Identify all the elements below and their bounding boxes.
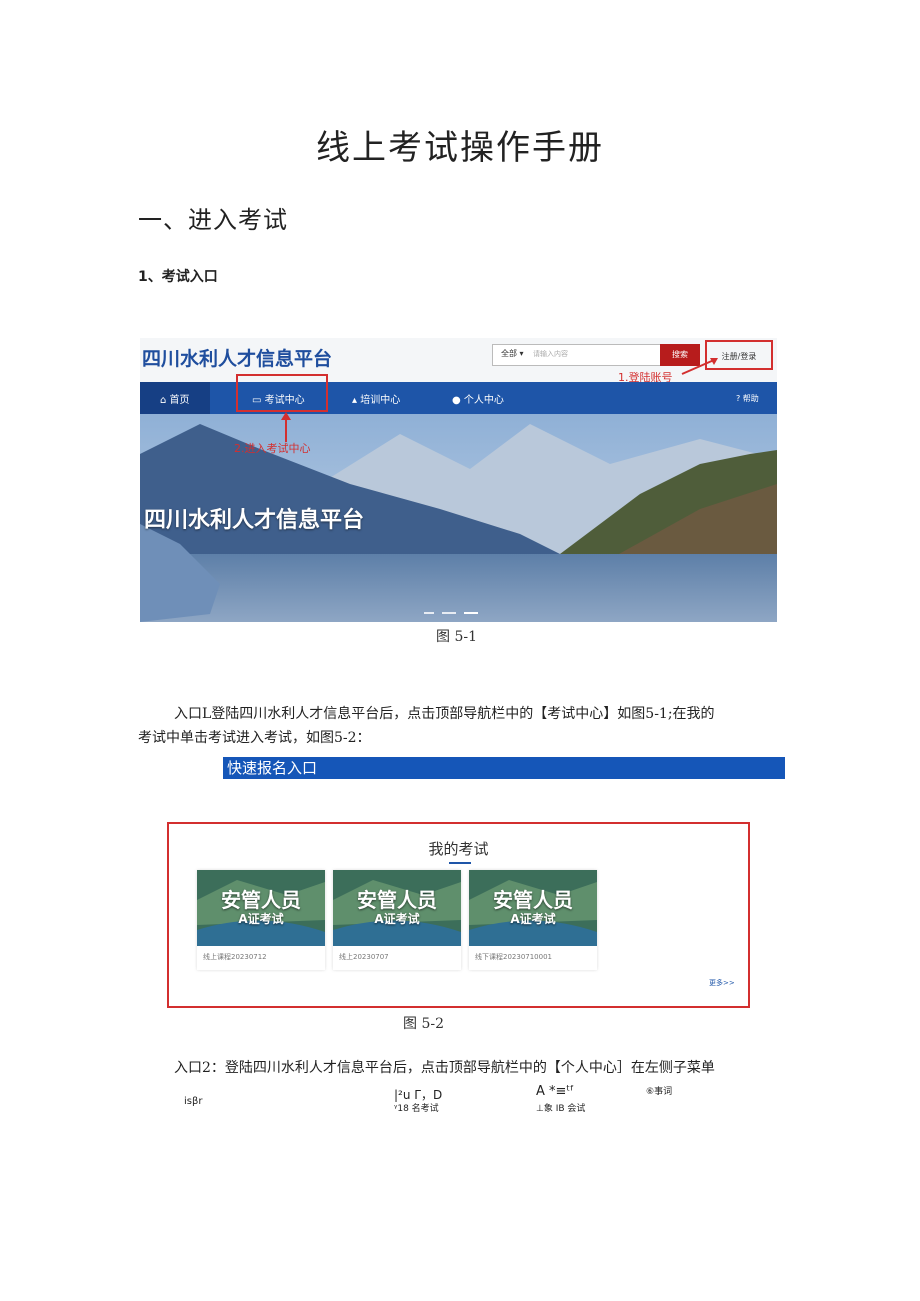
nav-training-center[interactable]: ▴ 培训中心 <box>352 391 400 406</box>
exam-card[interactable]: 安管人员 A证考试 线下课程20230710001 <box>469 870 597 970</box>
banner-title: 四川水利人才信息平台 <box>144 508 365 533</box>
exam-card-title: 安管人员 <box>493 888 573 912</box>
more-link[interactable]: 更多>> <box>709 978 735 988</box>
my-exams-title: 我的考试 <box>428 840 489 858</box>
ocr-fragment: isβr <box>184 1096 203 1107</box>
section-heading: 一、进入考试 <box>138 206 288 234</box>
ocr-fragment: A *≡ᵗᶠ <box>536 1084 575 1099</box>
document-title: 线上考试操作手册 <box>316 128 604 168</box>
arrow-icon <box>281 412 291 442</box>
title-underline <box>449 862 471 864</box>
figure-5-2-caption: 图 5-2 <box>403 1016 444 1032</box>
exam-card-subtitle: A证考试 <box>238 912 284 926</box>
figure-5-1: 四川水利人才信息平台 全部 ▾ 请输入内容 搜索 注册/登录 1.登陆账号 ⌂ … <box>140 338 777 622</box>
graduation-cap-icon: ▴ <box>352 395 361 406</box>
search-scope-select[interactable]: 全部 ▾ <box>501 348 524 359</box>
quick-registration-entry[interactable]: 快速报名入口 <box>223 757 785 779</box>
exam-card-subtitle: A证考试 <box>510 912 556 926</box>
nav-help[interactable]: ? 帮助 <box>736 393 759 404</box>
annotation-exam-center: 2.进入考试中心 <box>234 442 311 455</box>
ocr-fragment: ⊥象 IB 会试 <box>536 1104 586 1114</box>
search-input[interactable]: 请输入内容 <box>533 349 568 359</box>
exam-card[interactable]: 安管人员 A证考试 线上课程20230712 <box>197 870 325 970</box>
exam-card-name: 线上20230707 <box>339 953 389 961</box>
paragraph-entry-1-cont: 考试中单击考试进入考试，如图5-2： <box>138 730 371 746</box>
ocr-fragment: ᵞ18 名考试 <box>394 1104 439 1114</box>
help-icon: ? <box>736 394 743 403</box>
figure-5-2: 我的考试 安管人员 A证考试 线上课程20230712 安管人员 A证考试 线上… <box>167 822 750 1008</box>
exam-card-name: 线上课程20230712 <box>203 953 267 961</box>
nav-personal-center[interactable]: ● 个人中心 <box>452 391 504 406</box>
subsection-heading: 1、考试入口 <box>138 269 218 285</box>
arrow-icon <box>681 358 718 375</box>
exam-card-title: 安管人员 <box>221 888 301 912</box>
home-icon: ⌂ <box>160 395 170 406</box>
site-brand: 四川水利人才信息平台 <box>142 348 333 370</box>
exam-card-name: 线下课程20230710001 <box>475 953 552 961</box>
figure-5-1-caption: 图 5-1 <box>436 629 477 645</box>
nav-home[interactable]: ⌂ 首页 <box>160 391 190 406</box>
paragraph-entry-1: 入口L登陆四川水利人才信息平台后，点击顶部导航栏中的【考试中心】如图5-1;在我… <box>174 706 715 722</box>
exam-card-title: 安管人员 <box>357 888 437 912</box>
ocr-fragment: ⑥事词 <box>646 1087 673 1097</box>
exam-card[interactable]: 安管人员 A证考试 线上20230707 <box>333 870 461 970</box>
user-icon: ● <box>452 395 464 406</box>
exam-center-highlight <box>236 374 328 412</box>
exam-card-subtitle: A证考试 <box>374 912 420 926</box>
paragraph-entry-2: 入口2：登陆四川水利人才信息平台后，点击顶部导航栏中的【个人中心］在左侧子菜单 <box>174 1060 715 1076</box>
